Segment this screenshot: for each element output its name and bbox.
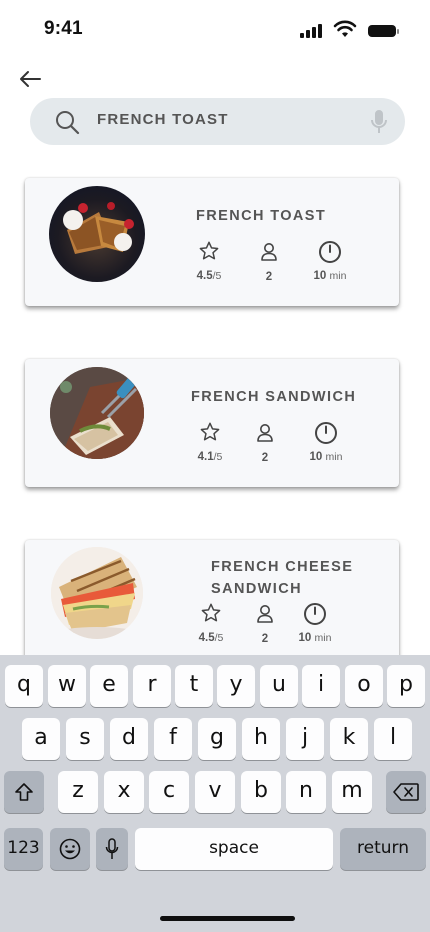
key-k[interactable]: k [330,718,368,760]
servings-stat: 2 [255,604,275,645]
battery-icon [368,25,399,37]
wifi-icon [333,20,357,37]
time-stat: 10 min [297,602,333,644]
time-stat: 10 min [308,421,344,463]
search-bar[interactable]: FRENCH TOAST [30,98,405,145]
key-x[interactable]: x [104,771,144,813]
time-stat: 10 min [312,240,348,282]
cellular-signal-icon [300,24,324,38]
shift-icon [15,783,33,801]
key-a[interactable]: a [22,718,60,760]
on-screen-keyboard: q w e r t y u i o p a s d f g h j k l z … [0,655,430,932]
star-icon [199,241,219,260]
key-w[interactable]: w [48,665,86,707]
recipe-card-french-sandwich[interactable]: FRENCH SANDWICH 4.1/5 2 10 min [25,359,399,487]
key-n[interactable]: n [286,771,326,813]
recipe-image-french-toast [49,186,145,282]
key-g[interactable]: g [198,718,236,760]
key-p[interactable]: p [387,665,425,707]
key-b[interactable]: b [241,771,281,813]
key-h[interactable]: h [242,718,280,760]
key-r[interactable]: r [133,665,171,707]
shift-key[interactable] [4,771,44,813]
status-time: 9:41 [44,18,83,39]
time-value: 10 [309,451,323,463]
key-f[interactable]: f [154,718,192,760]
key-y[interactable]: y [217,665,255,707]
emoji-key[interactable] [50,828,90,870]
time-unit: min [314,632,332,644]
rating-stat: 4.5/5 [196,240,222,282]
key-s[interactable]: s [66,718,104,760]
key-e[interactable]: e [90,665,128,707]
clock-icon [315,422,337,444]
numbers-key[interactable]: 123 [4,828,43,870]
status-bar: 9:41 [0,0,430,60]
key-o[interactable]: o [345,665,383,707]
emoji-icon [59,838,81,860]
microphone-icon[interactable] [369,109,389,135]
person-icon [257,605,273,623]
recipe-title: FRENCH CHEESE SANDWICH [211,559,354,597]
rating-max: /5 [214,632,224,644]
recipe-card-french-toast[interactable]: FRENCH TOAST 4.5/5 2 10 min [25,178,399,306]
recipe-title: FRENCH SANDWICH [191,389,357,405]
servings-value: 2 [261,452,269,464]
key-z[interactable]: z [58,771,98,813]
dictation-key[interactable] [96,828,128,870]
recipe-title: FRENCH TOAST [196,208,327,224]
key-m[interactable]: m [332,771,372,813]
search-icon [56,111,80,135]
star-icon [200,422,220,441]
return-key[interactable]: return [340,828,426,870]
clock-icon [319,241,341,263]
key-i[interactable]: i [302,665,340,707]
person-icon [261,243,277,261]
servings-stat: 2 [255,423,275,464]
key-l[interactable]: l [374,718,412,760]
rating-stat: 4.5/5 [198,602,224,644]
rating-max: /5 [212,270,222,282]
rating-value: 4.1 [197,451,214,463]
key-v[interactable]: v [195,771,235,813]
servings-stat: 2 [259,242,279,283]
servings-value: 2 [265,271,273,283]
rating-max: /5 [213,451,223,463]
back-arrow-icon[interactable] [16,66,46,92]
key-t[interactable]: t [175,665,213,707]
delete-key[interactable] [386,771,426,813]
key-u[interactable]: u [260,665,298,707]
time-value: 10 [313,270,327,282]
microphone-icon [105,838,119,859]
person-icon [257,424,273,442]
recipe-image-french-cheese-sandwich [51,547,143,639]
recipe-image-french-sandwich [50,367,144,459]
search-input[interactable]: FRENCH TOAST [97,111,229,128]
time-value: 10 [298,632,312,644]
clock-icon [304,603,326,625]
key-j[interactable]: j [286,718,324,760]
backspace-icon [393,783,419,801]
time-unit: min [325,451,343,463]
key-q[interactable]: q [5,665,43,707]
time-unit: min [329,270,347,282]
star-icon [201,603,221,622]
rating-value: 4.5 [198,632,215,644]
home-indicator[interactable] [160,916,295,921]
servings-value: 2 [261,633,269,645]
rating-value: 4.5 [196,270,213,282]
key-d[interactable]: d [110,718,148,760]
key-c[interactable]: c [149,771,189,813]
rating-stat: 4.1/5 [197,421,223,463]
space-key[interactable]: space [135,828,333,870]
